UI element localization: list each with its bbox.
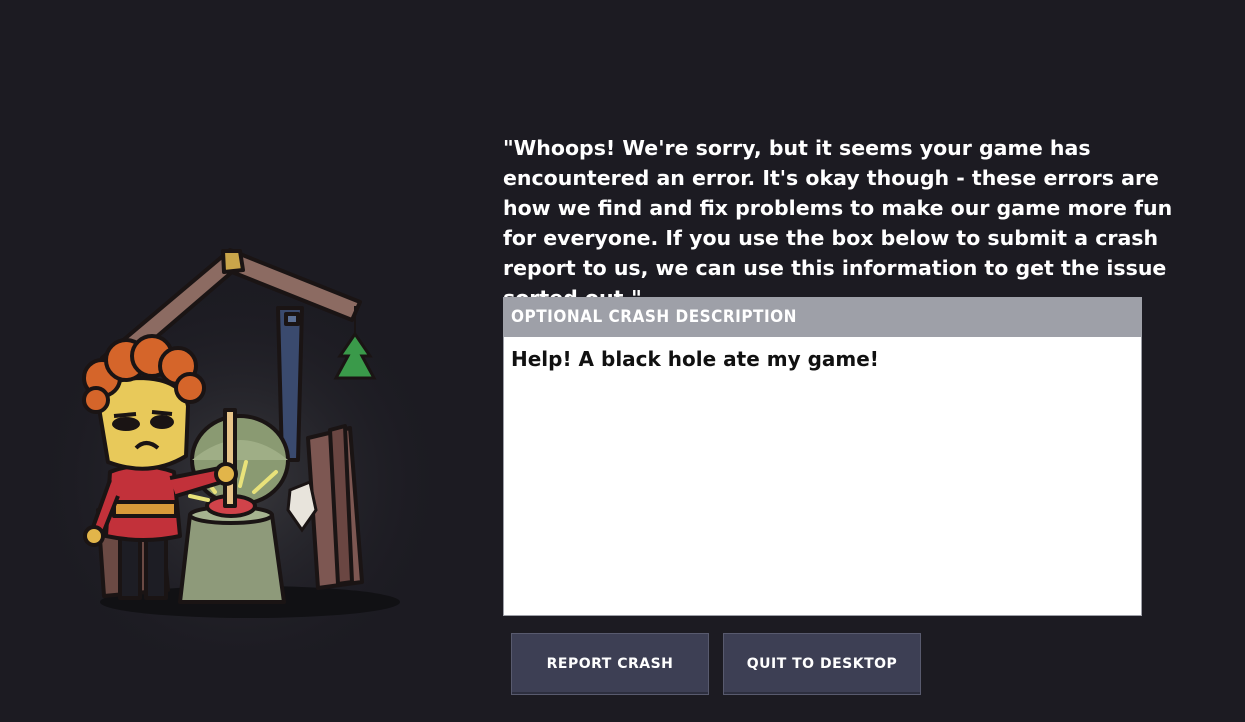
crash-description-input[interactable]: Help! A black hole ate my game!: [504, 337, 1141, 615]
crash-description-panel: Optional Crash Description Help! A black…: [503, 297, 1142, 616]
quit-to-desktop-button[interactable]: Quit to Desktop: [723, 633, 921, 695]
duplicant-crash-illustration: [40, 248, 450, 650]
crash-description-header: Optional Crash Description: [504, 298, 1141, 337]
report-crash-button[interactable]: Report Crash: [511, 633, 709, 695]
crash-message: "Whoops! We're sorry, but it seems your …: [503, 136, 1173, 310]
